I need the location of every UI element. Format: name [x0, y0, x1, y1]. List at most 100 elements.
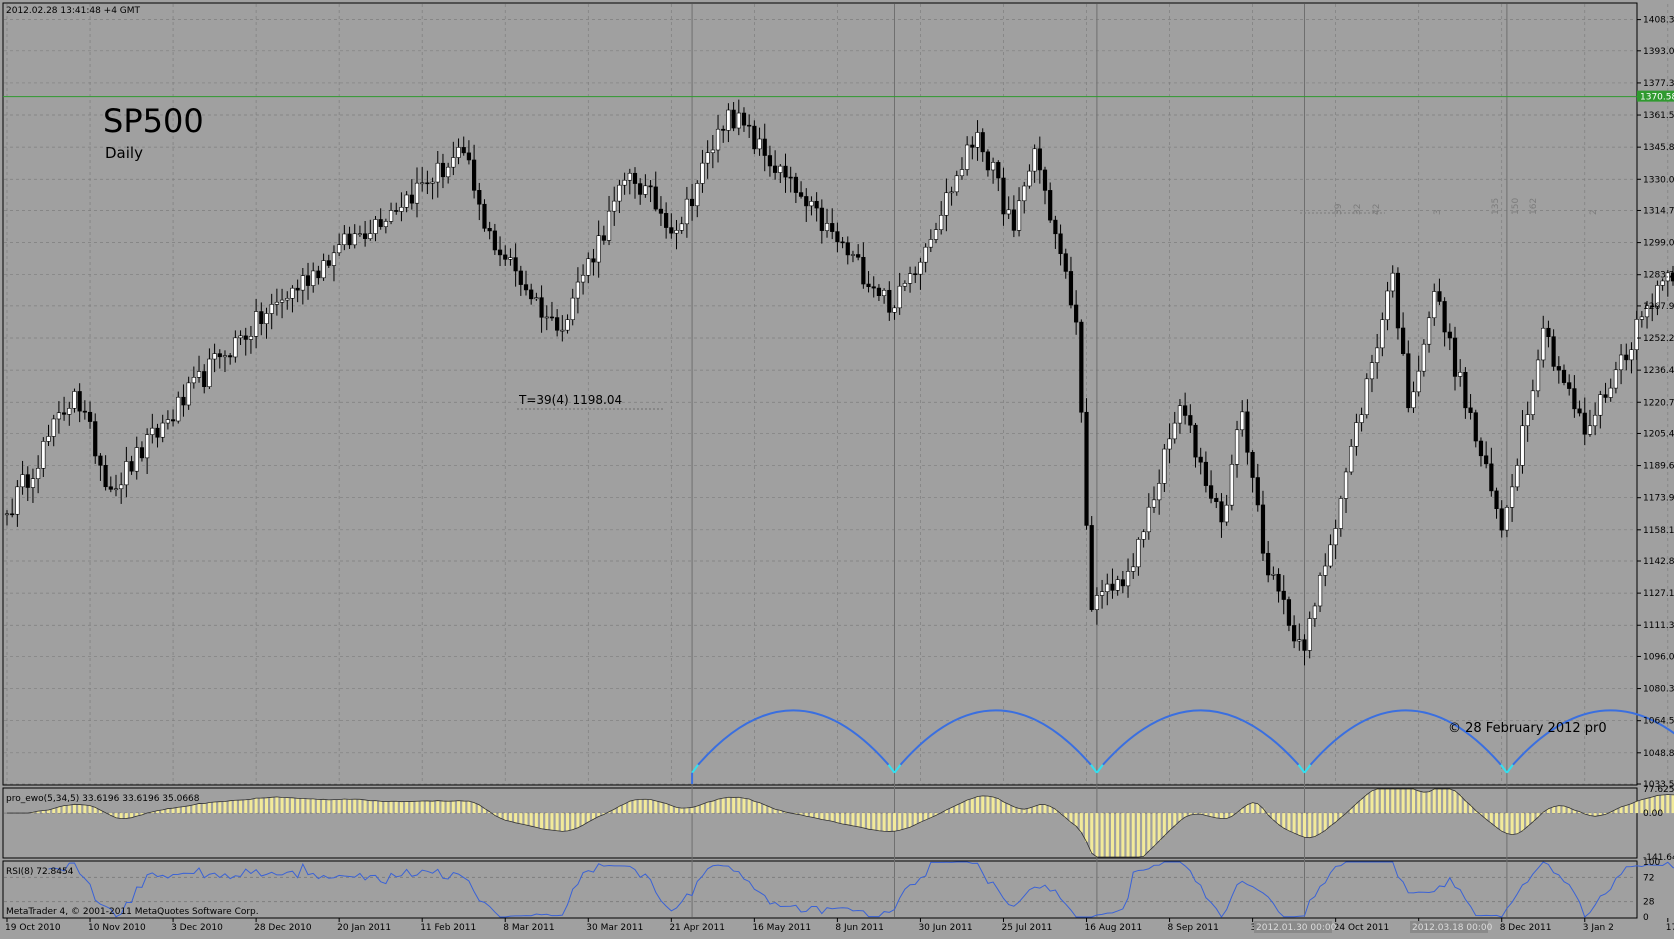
candle-body	[321, 260, 326, 279]
candle-body	[1183, 405, 1188, 416]
candle-body	[1162, 448, 1167, 484]
candle-body	[731, 109, 736, 129]
candle-body	[446, 166, 451, 178]
copyright-note: © 28 February 2012 pr0	[1448, 721, 1607, 736]
candle-body	[913, 273, 918, 276]
candle-body	[435, 162, 440, 183]
candle-body	[1208, 485, 1214, 499]
candle-body	[155, 427, 160, 438]
candle-body	[477, 190, 482, 205]
candle-body	[186, 382, 191, 406]
candle-body	[202, 371, 207, 387]
candle-body	[809, 201, 814, 207]
candle-body	[1541, 327, 1546, 361]
candle-body	[1214, 498, 1219, 502]
candle-body	[347, 233, 352, 246]
y-tick-label: 1283.25	[1643, 271, 1674, 281]
y-tick-label: 1033.50	[1643, 780, 1674, 790]
candle-body	[160, 422, 165, 438]
x-tick-label: 25 Jul 2011	[1001, 923, 1052, 933]
candle-body	[965, 144, 970, 170]
candle-body	[544, 316, 549, 319]
candle-body	[933, 229, 939, 240]
candle-body	[1297, 639, 1302, 642]
candle-body	[923, 246, 928, 263]
y-tick-label: 1111.35	[1643, 621, 1674, 631]
candle-body	[1084, 411, 1089, 526]
y-tick-label: 1314.75	[1643, 206, 1674, 216]
candle-body	[783, 165, 788, 178]
y-tick-label: 1127.10	[1643, 589, 1674, 599]
time-badge-label: 2012.03.18 00:00	[1412, 923, 1493, 933]
candle-body	[41, 441, 46, 469]
candle-body	[1452, 337, 1458, 377]
candle-body	[747, 124, 752, 127]
candle-body	[259, 311, 264, 324]
candle-body	[238, 335, 243, 339]
candle-body	[793, 176, 798, 193]
candle-body	[1198, 456, 1203, 463]
x-tick-label: 17 Feb 2012	[1666, 923, 1674, 933]
y-tick-label: 1189.65	[1643, 462, 1674, 472]
candle-body	[1042, 169, 1048, 191]
candle-body	[1567, 382, 1572, 389]
candle-body	[264, 313, 269, 324]
candle-body	[1063, 253, 1068, 272]
candle-body	[1115, 579, 1120, 591]
candle-body	[300, 275, 305, 291]
candle-body	[409, 194, 414, 204]
candle-body	[1390, 272, 1395, 292]
candle-body	[1442, 301, 1447, 333]
y-tick-label: 1408.35	[1643, 16, 1674, 26]
candle-body	[1338, 498, 1343, 529]
price-axis: 1408.35 1393.05 1377.30 1361.55 1345.80 1330.…	[1637, 16, 1674, 790]
x-tick-label: 16 May 2011	[752, 923, 811, 933]
candle-body	[638, 183, 643, 195]
candle-body	[575, 281, 580, 299]
candle-body	[1271, 573, 1276, 576]
candle-body	[695, 183, 700, 207]
candle-body	[77, 391, 82, 412]
candle-body	[129, 461, 134, 472]
candle-body	[4, 513, 10, 516]
candle-body	[290, 287, 295, 299]
candle-body	[1421, 343, 1426, 372]
candle-body	[67, 408, 72, 415]
candle-body	[10, 513, 15, 516]
cycle-label: 3	[1433, 209, 1443, 215]
candle-body	[1001, 177, 1006, 215]
candle-body	[1011, 209, 1016, 231]
candle-body	[1016, 200, 1022, 231]
candle-body	[866, 283, 871, 288]
candle-body	[518, 270, 523, 285]
candle-body	[72, 391, 77, 409]
cycle-annotation: T=39(4) 1198.04	[518, 393, 622, 407]
candle-body	[861, 256, 866, 285]
candle-body	[1437, 291, 1442, 302]
cycle-label: 39	[1334, 203, 1344, 215]
x-tick-label: 24 Oct 2011	[1334, 923, 1390, 933]
candle-body	[1006, 209, 1011, 215]
candle-body	[492, 230, 497, 251]
candle-body	[357, 233, 363, 236]
x-tick-label: 10 Nov 2010	[88, 923, 146, 933]
candle-body	[1343, 471, 1349, 499]
candle-body	[471, 159, 477, 191]
candle-body	[103, 465, 108, 488]
candle-body	[980, 132, 985, 153]
candle-body	[399, 207, 404, 212]
candle-body	[1281, 590, 1286, 600]
x-tick-label: 21 Apr 2011	[669, 923, 725, 933]
candle-body	[165, 419, 170, 424]
candle-body	[1478, 440, 1484, 457]
candle-body	[892, 307, 897, 313]
chart-svg[interactable]: 39324231351501622 77.62570.00-141.641 10…	[0, 0, 1674, 935]
main-pane[interactable]	[2, 2, 1638, 786]
candle-body	[36, 468, 41, 479]
candle-body	[1229, 464, 1234, 506]
candle-body	[274, 301, 279, 305]
candle-body	[1131, 566, 1136, 572]
candle-body	[176, 396, 181, 422]
candle-body	[1312, 605, 1317, 619]
candle-body	[1224, 504, 1229, 523]
